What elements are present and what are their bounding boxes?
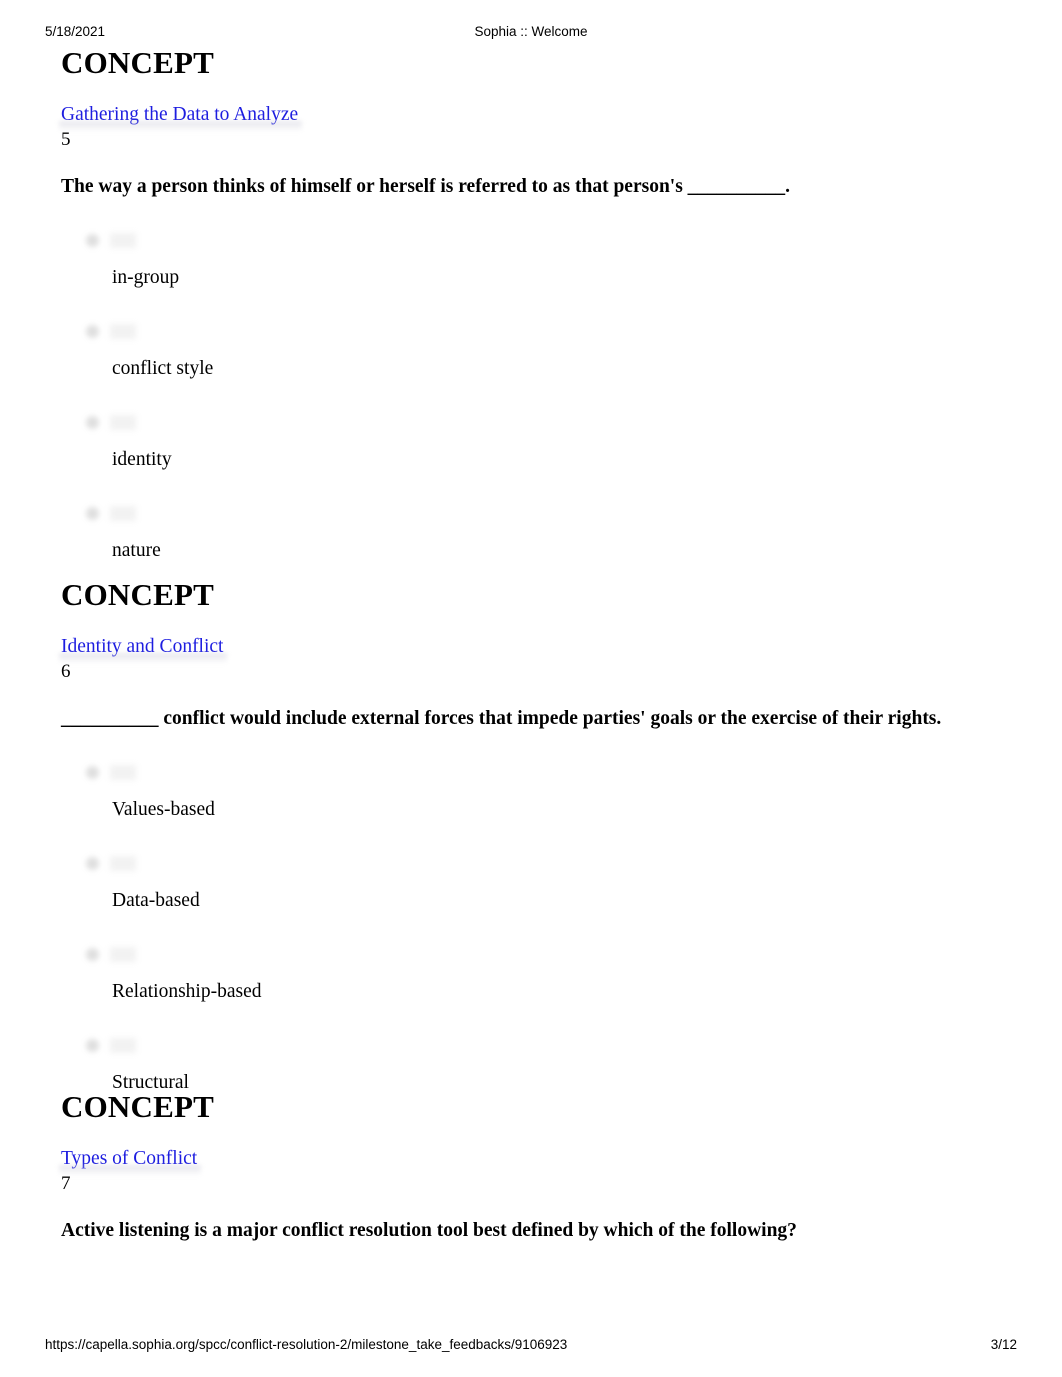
answer-ghost-box: [110, 506, 136, 521]
document-body: CONCEPT Gathering the Data to Analyze 5 …: [0, 44, 1062, 1244]
answer-label: Relationship-based: [112, 981, 262, 1002]
answer-options-list: in-group conflict style identity nature: [0, 220, 1062, 584]
concept-link-gathering-the-data-to-analyze[interactable]: Gathering the Data to Analyze: [61, 102, 298, 128]
answer-label: Data-based: [112, 890, 200, 911]
radio-button-icon[interactable]: [86, 507, 99, 520]
concept-block-6: CONCEPT Identity and Conflict 6 ________…: [0, 576, 1062, 1116]
radio-button-icon[interactable]: [86, 766, 99, 779]
question-text: __________ conflict would include extern…: [61, 708, 942, 729]
answer-option[interactable]: in-group: [0, 220, 1062, 311]
answer-ghost-box: [110, 765, 136, 780]
answer-ghost-box: [110, 947, 136, 962]
print-page-number: 3/12: [990, 1337, 1017, 1352]
radio-button-icon[interactable]: [86, 857, 99, 870]
answer-label: Structural: [112, 1072, 189, 1093]
answer-option[interactable]: Data-based: [0, 843, 1062, 934]
radio-button-icon[interactable]: [86, 234, 99, 247]
answer-option[interactable]: Values-based: [0, 752, 1062, 843]
question-text: Active listening is a major conflict res…: [61, 1220, 797, 1241]
print-footer: https://capella.sophia.org/spcc/conflict…: [0, 1335, 1062, 1355]
answer-ghost-box: [110, 856, 136, 871]
concept-block-5: CONCEPT Gathering the Data to Analyze 5 …: [0, 44, 1062, 584]
question-text: The way a person thinks of himself or he…: [61, 176, 791, 197]
answer-ghost-box: [110, 324, 136, 339]
answer-label: conflict style: [112, 358, 214, 379]
concept-heading: CONCEPT: [61, 45, 214, 80]
print-source-url: https://capella.sophia.org/spcc/conflict…: [45, 1337, 568, 1352]
answer-label: nature: [112, 540, 161, 561]
concept-link-row: Gathering the Data to Analyze: [61, 102, 1062, 128]
question-number: 5: [61, 129, 71, 150]
question-number: 6: [61, 661, 71, 682]
radio-button-icon[interactable]: [86, 948, 99, 961]
radio-button-icon[interactable]: [86, 416, 99, 429]
answer-ghost-box: [110, 1038, 136, 1053]
answer-ghost-box: [110, 415, 136, 430]
concept-link-row: Types of Conflict: [61, 1146, 1062, 1172]
concept-link-identity-and-conflict[interactable]: Identity and Conflict: [61, 634, 223, 660]
answer-option[interactable]: nature: [0, 493, 1062, 584]
answer-option[interactable]: identity: [0, 402, 1062, 493]
answer-option[interactable]: Structural: [0, 1025, 1062, 1116]
concept-link-types-of-conflict[interactable]: Types of Conflict: [61, 1146, 197, 1172]
answer-label: in-group: [112, 267, 180, 288]
radio-button-icon[interactable]: [86, 1039, 99, 1052]
answer-label: Values-based: [112, 799, 215, 820]
answer-ghost-box: [110, 233, 136, 248]
concept-link-row: Identity and Conflict: [61, 634, 1062, 660]
question-number: 7: [61, 1173, 71, 1194]
print-header: 5/18/2021 Sophia :: Welcome: [0, 22, 1062, 42]
answer-option[interactable]: Relationship-based: [0, 934, 1062, 1025]
answer-label: identity: [112, 449, 172, 470]
answer-option[interactable]: conflict style: [0, 311, 1062, 402]
radio-button-icon[interactable]: [86, 325, 99, 338]
answer-options-list: Values-based Data-based Relationship-bas…: [0, 752, 1062, 1116]
print-page-title: Sophia :: Welcome: [474, 24, 588, 39]
